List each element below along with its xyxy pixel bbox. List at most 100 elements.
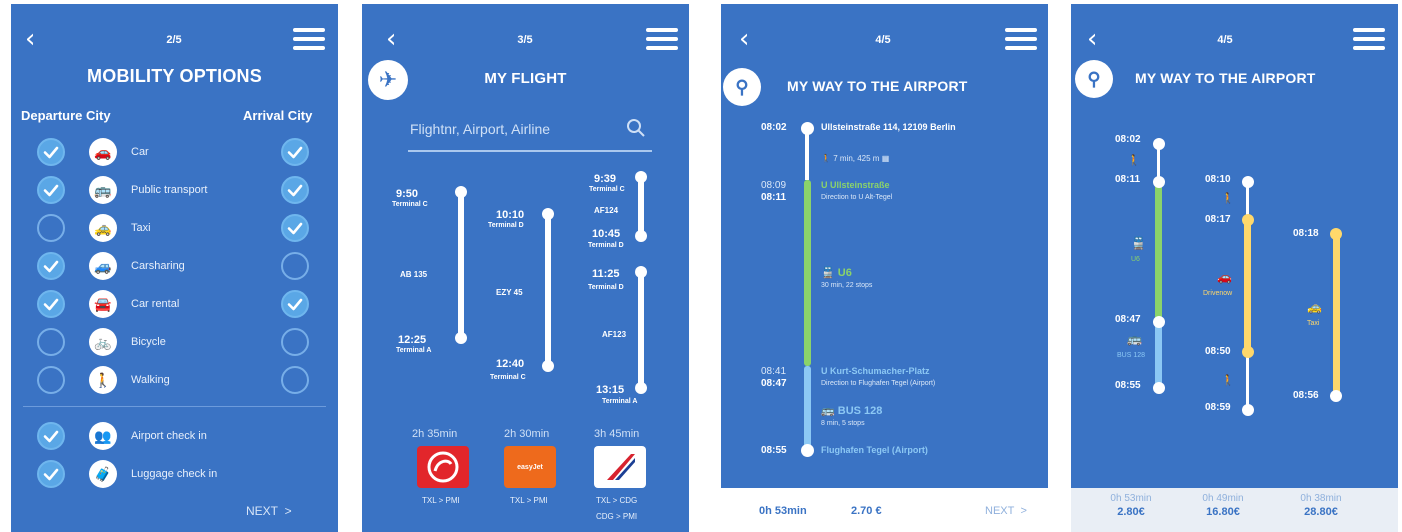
flight2-bar[interactable] (545, 212, 551, 366)
opt1-start-time: 08:02 (1115, 134, 1141, 145)
flight1-bar[interactable] (458, 190, 464, 338)
opt2-end-dot (1242, 404, 1254, 416)
opt3-taxi-segment (1333, 232, 1340, 396)
opt2-car-label: Drivenow (1203, 290, 1233, 297)
departure-walking-checkbox[interactable] (37, 366, 65, 394)
page-title: MOBILITY OPTIONS (87, 66, 262, 86)
flight3-departure-terminal: Terminal C (589, 186, 625, 193)
extra-1-checkbox[interactable] (37, 460, 65, 488)
opt2-car-end-dot (1242, 346, 1254, 358)
option3-price: 28.80€ (1304, 506, 1338, 518)
option2-price: 16.80€ (1206, 506, 1240, 518)
departure-bus-checkbox[interactable] (37, 176, 65, 204)
arrival-taxi-checkbox[interactable] (281, 214, 309, 242)
opt1-start-dot (1153, 138, 1165, 150)
flight-search-input[interactable]: Flightnr, Airport, Airline (410, 121, 550, 137)
back-icon[interactable]: ‹ (1087, 26, 1097, 52)
flight2-departure-time: 10:10 (496, 209, 525, 221)
bus-segment (804, 366, 811, 448)
end-stop: Flughafen Tegel (Airport) (821, 445, 928, 455)
option3-summary[interactable]: 0h 38min 28.80€ (1291, 493, 1351, 518)
option2-summary[interactable]: 0h 49min 16.80€ (1193, 493, 1253, 518)
search-icon[interactable] (626, 118, 646, 143)
departure-city-header: Departure City (21, 108, 111, 123)
back-icon[interactable]: ‹ (25, 26, 35, 52)
line1-label: 🚆 U6 (821, 267, 852, 279)
departure-bicycle-checkbox[interactable] (37, 328, 65, 356)
route-option-1[interactable] (1071, 4, 1072, 5)
stop2-name: U Kurt-Schumacher-Platz (821, 366, 930, 376)
flight3-arrival-time: 13:15 (596, 384, 625, 396)
walk-info: 🚶 7 min, 425 m ▦ (821, 154, 890, 163)
mode-label: Car rental (131, 298, 180, 310)
taxi-icon: 🚕 (89, 214, 117, 242)
easyjet-logo[interactable]: easyJet (504, 446, 556, 488)
flight1-arrival-terminal: Terminal A (396, 347, 432, 354)
extra-0-checkbox[interactable] (37, 422, 65, 450)
flight3-leg2-bar[interactable] (638, 270, 644, 388)
opt1-end-time: 08:55 (1115, 380, 1141, 391)
opt1-u6-label: U6 (1131, 256, 1140, 263)
menu-icon[interactable] (1353, 28, 1385, 50)
u6-segment (804, 180, 811, 366)
departure-car-rental-checkbox[interactable] (37, 290, 65, 318)
option1-summary[interactable]: 0h 53min 2.80€ (1101, 493, 1161, 518)
bus-icon: 🚌 (821, 405, 835, 417)
flight3-leg1-bar[interactable] (638, 175, 644, 235)
arrival-carsharing-checkbox[interactable] (281, 252, 309, 280)
back-icon[interactable]: ‹ (386, 26, 396, 52)
next-button[interactable]: NEXT > (985, 505, 1027, 517)
stop2-direction: Direction to Flughafen Tegel (Airport) (821, 380, 936, 387)
arrival-bicycle-checkbox[interactable] (281, 328, 309, 356)
mobility-options-screen: ‹ 2/5 MOBILITY OPTIONS Departure City Ar… (11, 4, 338, 532)
line1-info: 30 min, 22 stops (821, 282, 873, 289)
airfrance-logo[interactable] (594, 446, 646, 488)
arrival-bus-checkbox[interactable] (281, 176, 309, 204)
bus-arrive-time: 08:41 (761, 366, 787, 377)
my-way-to-airport-detail-screen: ‹ 4/5 ⚲ MY WAY TO THE AIRPORT 08:02 Ulls… (721, 4, 1048, 532)
flight1-departure-terminal: Terminal C (392, 201, 428, 208)
flight3-end-dot (635, 382, 647, 394)
start-time: 08:02 (761, 122, 787, 133)
mode-label: Car (131, 146, 149, 158)
opt1-walking-icon: 🚶 (1127, 155, 1141, 167)
arrival-car-rental-checkbox[interactable] (281, 290, 309, 318)
menu-icon[interactable] (293, 28, 325, 50)
departure-car-checkbox[interactable] (37, 138, 65, 166)
extra-label: Luggage check in (131, 468, 218, 480)
flight2-duration: 2h 30min (504, 428, 550, 440)
airberlin-logo[interactable] (417, 446, 469, 488)
departure-carsharing-checkbox[interactable] (37, 252, 65, 280)
opt1-bus-label: BUS 128 (1117, 352, 1146, 359)
menu-icon[interactable] (646, 28, 678, 50)
option1-price: 2.80€ (1117, 506, 1145, 518)
arrival-car-checkbox[interactable] (281, 138, 309, 166)
opt2-walk2-segment (1246, 350, 1249, 410)
page-title: MY FLIGHT (484, 70, 567, 87)
bus-icon: 🚌 (89, 176, 117, 204)
back-icon[interactable]: ‹ (739, 26, 749, 52)
mode-label: Walking (131, 374, 170, 386)
mode-label: Public transport (131, 184, 208, 196)
next-button[interactable]: NEXT > (246, 504, 292, 518)
flight3-route: TXL > CDG (596, 496, 638, 505)
flight1-route: TXL > PMI (422, 496, 460, 505)
flight3-code2: AF123 (602, 330, 627, 339)
start-address: Ullsteinstraße 114, 12109 Berlin (821, 122, 956, 132)
mode-label: Taxi (131, 222, 151, 234)
bicycle-icon: 🚲 (89, 328, 117, 356)
page-indicator: 4/5 (1217, 34, 1233, 46)
opt1-bus-icon: 🚌 (1127, 332, 1142, 346)
summary-footer: 0h 53min 2.70 € NEXT > (721, 488, 1048, 532)
menu-icon[interactable] (1005, 28, 1037, 50)
flight1-code: AB 135 (400, 270, 428, 279)
opt3-taxi-label: Taxi (1307, 320, 1320, 327)
opt1-switch-time: 08:47 (1115, 314, 1141, 325)
map-icon[interactable]: ▦ (882, 154, 890, 163)
walk-segment (805, 130, 809, 180)
option3-time: 0h 38min (1300, 493, 1342, 504)
arrival-walking-checkbox[interactable] (281, 366, 309, 394)
total-time: 0h 53min (759, 505, 807, 517)
departure-taxi-checkbox[interactable] (37, 214, 65, 242)
flight1-duration: 2h 35min (412, 428, 458, 440)
